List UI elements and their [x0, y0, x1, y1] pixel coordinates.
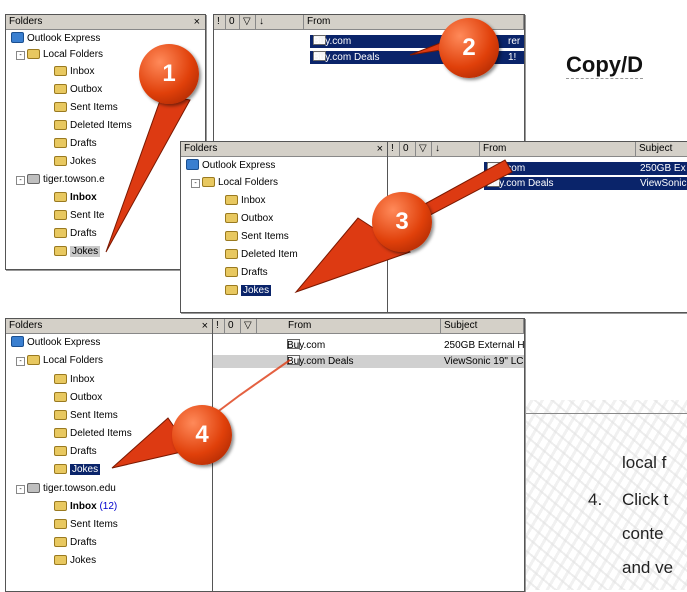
- callout-badge-1: 1: [139, 44, 199, 104]
- callout-badge-3: 3: [372, 192, 432, 252]
- arrow-1: [105, 94, 191, 253]
- callout-badge-2: 2: [439, 18, 499, 78]
- callout-arrows: [105, 31, 513, 469]
- callout-badge-4: 4: [172, 405, 232, 465]
